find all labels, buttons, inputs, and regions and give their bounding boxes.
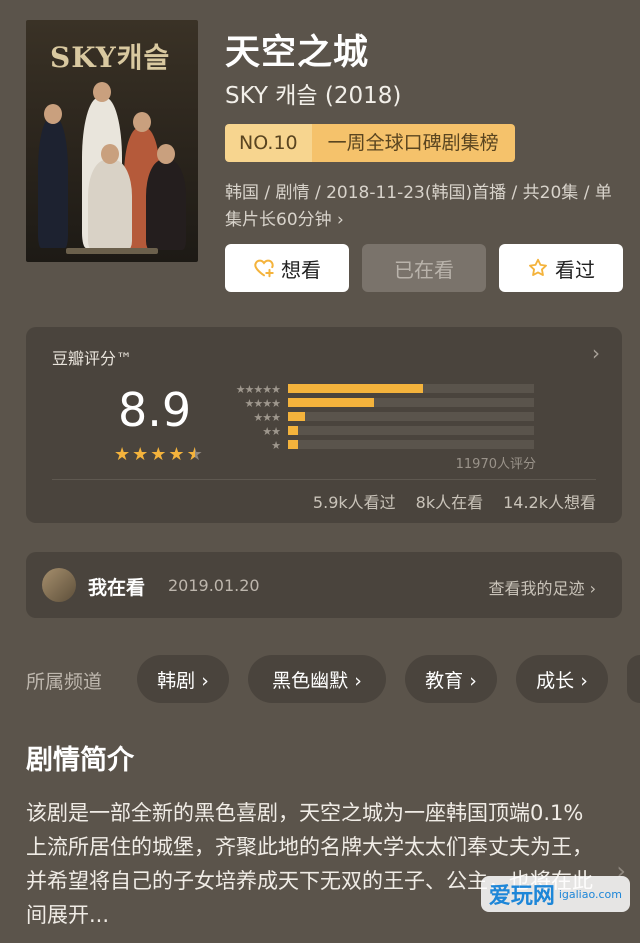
synopsis-text[interactable]: 该剧是一部全新的黑色喜剧，天空之城为一座韩国顶端0.1%上流所居住的城堡，齐聚此… <box>26 796 596 943</box>
rating-bar-fill <box>288 384 424 393</box>
divider <box>52 479 596 480</box>
star-level-icon: ★★★★ <box>244 396 281 410</box>
rank-badge[interactable]: NO.10 一周全球口碑剧集榜 <box>225 124 515 162</box>
rating-bar-fill <box>288 426 298 435</box>
synopsis-title: 剧情简介 <box>26 745 134 776</box>
my-status-card[interactable]: 我在看 2019.01.20 查看我的足迹 › <box>26 552 622 618</box>
rating-distribution-row: ★★ <box>222 424 542 438</box>
chevron-right-icon: › <box>592 341 600 365</box>
rank-number: NO.10 <box>225 124 312 162</box>
rating-distribution-row: ★★★★ <box>222 396 542 410</box>
original-title: SKY 캐슬 (2018) <box>225 83 402 109</box>
avatar <box>42 568 76 602</box>
rating-bar-track <box>288 398 534 407</box>
rating-bar-track <box>288 384 534 393</box>
watermark-url: igaliao.com <box>558 887 622 901</box>
rating-distribution-row: ★★★★★ <box>222 382 542 396</box>
star-full-icon: ★ <box>168 444 185 465</box>
view-footprint-link[interactable]: 查看我的足迹 › <box>489 575 597 599</box>
star-outline-icon <box>529 258 547 276</box>
channel-chip-growth[interactable]: 成长 › <box>516 655 608 703</box>
rating-distribution-row: ★★★ <box>222 410 542 424</box>
star-full-icon: ★ <box>132 444 149 465</box>
watching-count: 8k人在看 <box>415 493 484 512</box>
star-level-icon: ★★★ <box>253 410 281 424</box>
watched-label: 看过 <box>555 257 595 282</box>
rating-bar-fill <box>288 412 306 421</box>
poster-title: SKY캐슬 <box>50 41 171 74</box>
my-watch-date: 2019.01.20 <box>168 576 260 595</box>
page-title: 天空之城 <box>225 33 370 73</box>
rating-score: 8.9 <box>118 383 192 437</box>
audience-stats: 5.9k人看过 8k人在看 14.2k人想看 <box>313 489 596 513</box>
watching-label: 已在看 <box>394 257 454 282</box>
poster-figure <box>38 118 68 248</box>
star-full-icon: ★ <box>114 444 131 465</box>
poster-caption <box>66 248 158 254</box>
star-level-icon: ★★ <box>262 424 281 438</box>
poster-figure <box>146 160 186 250</box>
star-level-icon: ★★★★★ <box>235 382 281 396</box>
poster-figure <box>88 160 132 250</box>
rating-distribution-row: ★ <box>222 438 542 452</box>
star-full-icon: ★ <box>150 444 167 465</box>
want-count: 14.2k人想看 <box>503 493 596 512</box>
channel-chip-korean-drama[interactable]: 韩剧 › <box>137 655 229 703</box>
channel-chip-black-humor[interactable]: 黑色幽默 › <box>248 655 386 703</box>
channel-chip-more[interactable] <box>627 655 640 703</box>
rank-list-name: 一周全球口碑剧集榜 <box>311 124 515 162</box>
rating-bar-track <box>288 426 534 435</box>
rating-bar-fill <box>288 440 298 449</box>
rating-stars: ★ ★ ★ ★ ★ <box>114 444 203 465</box>
watched-count: 5.9k人看过 <box>312 493 396 512</box>
channels-label: 所属频道 <box>26 671 103 693</box>
poster-image[interactable]: SKY캐슬 <box>26 20 198 262</box>
want-to-watch-button[interactable]: 想看 <box>225 244 349 292</box>
star-half-icon: ★ <box>186 444 203 465</box>
rating-bar-track <box>288 412 534 421</box>
watching-button[interactable]: 已在看 <box>362 244 486 292</box>
want-to-watch-label: 想看 <box>281 257 321 282</box>
rating-bar-fill <box>288 398 375 407</box>
watermark-text: 爱玩网 <box>488 884 555 909</box>
site-watermark-logo: 爱玩网 igaliao.com <box>480 876 630 912</box>
star-level-icon: ★ <box>271 438 281 452</box>
channel-chip-education[interactable]: 教育 › <box>405 655 497 703</box>
watched-button[interactable]: 看过 <box>499 244 623 292</box>
show-meta[interactable]: 韩国 / 剧情 / 2018-11-23(韩国)首播 / 共20集 / 单集片长… <box>225 180 615 234</box>
heart-plus-icon <box>254 259 274 278</box>
rating-bar-track <box>288 440 534 449</box>
my-watch-status: 我在看 <box>88 577 146 599</box>
rating-count: 11970人评分 <box>455 457 536 472</box>
douban-rating-card[interactable]: 豆瓣评分™ › 8.9 ★ ★ ★ ★ ★ ★★★★★ ★★★★ ★★★ ★★ ★ 11… <box>26 327 622 523</box>
rating-source-label: 豆瓣评分™ <box>52 349 133 368</box>
